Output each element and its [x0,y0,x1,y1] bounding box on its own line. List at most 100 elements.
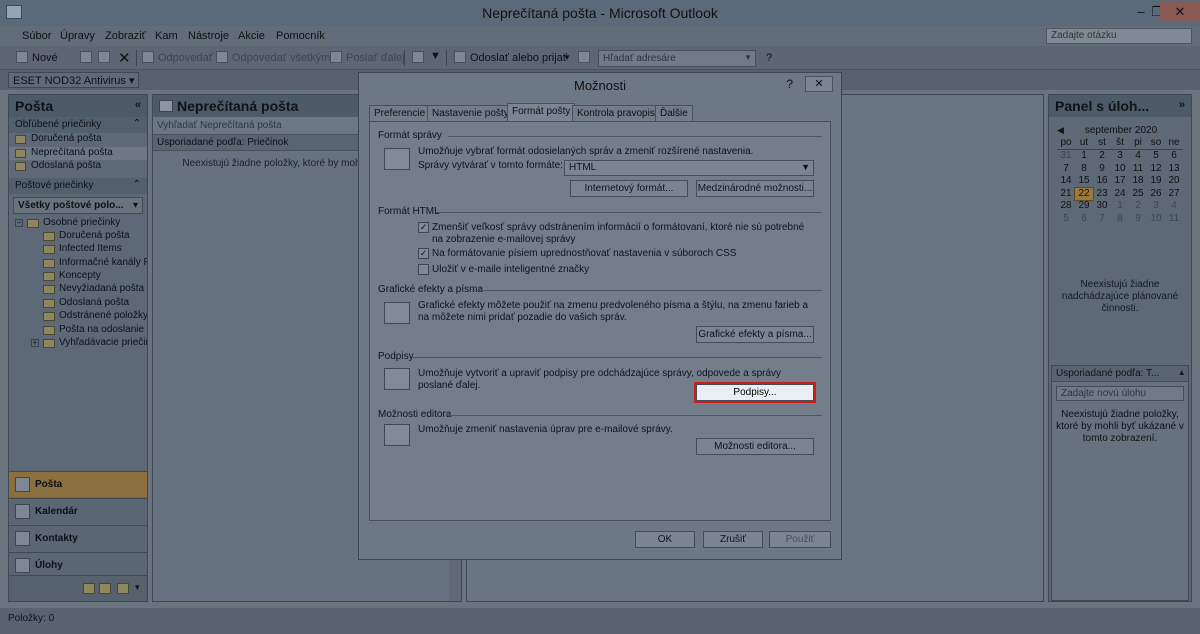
reply-all-button[interactable]: Odpovedať všetkým [232,52,330,64]
expand-chevron-icon[interactable]: » [1179,99,1185,111]
help-icon[interactable]: ? [766,52,772,64]
reduce-size-checkbox[interactable]: ✓ [418,222,429,233]
calendar-day[interactable]: 14 [1057,175,1075,188]
collapse-up-icon[interactable]: ⌃ [133,179,141,190]
folder-item[interactable]: Informačné kanály R [9,257,147,270]
flag-icon[interactable] [412,51,424,63]
send-receive-button[interactable]: Odoslať alebo prijať [470,52,567,64]
calendar-day[interactable]: 26 [1147,188,1165,201]
calendar-day[interactable]: 31 [1057,150,1075,163]
tab-other[interactable]: Ďalšie [655,105,693,121]
tab-preferences[interactable]: Preferencie [369,105,431,121]
eset-button[interactable]: ESET NOD32 Antivirus ▾ [8,72,140,88]
calendar-day[interactable]: 3 [1147,200,1165,213]
folder-item[interactable]: Infected Items [9,243,147,256]
calendar-day[interactable]: 20 [1165,175,1183,188]
calendar-day[interactable]: 28 [1057,200,1075,213]
tab-mail-format[interactable]: Formát pošty [507,103,576,122]
calendar-day[interactable]: 8 [1075,163,1093,176]
calendar-day[interactable]: 4 [1129,150,1147,163]
ok-button[interactable]: OK [635,531,695,548]
calendar-day[interactable]: 7 [1093,213,1111,226]
task-arranged-by-header[interactable]: Usporiadané podľa: T... ▴ [1052,366,1188,382]
favorite-unread-mail[interactable]: Neprečítaná pošta [9,146,147,160]
calendar-day[interactable]: 6 [1075,213,1093,226]
tree-collapse-icon[interactable]: − [15,218,23,227]
calendar-day[interactable]: 5 [1057,213,1075,226]
calendar-day[interactable]: 8 [1111,213,1129,226]
folder-item[interactable]: Odoslaná pošta [9,297,147,310]
calendar-day[interactable]: 19 [1147,175,1165,188]
folder-personal[interactable]: − Osobné priečinky [9,217,147,230]
calendar-day[interactable]: 7 [1057,163,1075,176]
calendar-day[interactable]: 5 [1147,150,1165,163]
dialog-close-button[interactable]: ✕ [805,76,833,92]
filter-icon[interactable]: ▼ [430,50,441,62]
calendar-day[interactable]: 2 [1129,200,1147,213]
shortcuts-icon[interactable] [117,583,129,594]
folder-item[interactable]: Pošta na odoslanie [9,324,147,337]
address-book-icon[interactable] [578,51,590,63]
nav-button-calendar[interactable]: Kalendár [9,498,147,524]
new-button[interactable]: Nové [32,52,58,64]
folder-item[interactable]: + Vyhľadávacie priečin [9,337,147,350]
sort-chevron-icon[interactable]: ▴ [1179,367,1184,378]
calendar-day[interactable]: 4 [1165,200,1183,213]
print-icon[interactable] [80,51,92,63]
prev-month-icon[interactable]: ◀ [1057,125,1064,136]
internet-format-button[interactable]: Internetový formát... [570,180,688,197]
calendar-day[interactable]: 30 [1093,200,1111,213]
ask-question-input[interactable]: Zadajte otázku [1046,28,1192,44]
favorite-sent-mail[interactable]: Odoslaná pošta [9,160,147,174]
tree-expand-icon[interactable]: + [31,339,39,348]
folder-item[interactable]: Odstránené položky [9,310,147,323]
compose-format-select[interactable]: HTML ▼ [564,160,814,176]
send-receive-dropdown-icon[interactable]: ▼ [563,53,571,62]
folder-item[interactable]: Doručená pošta [9,230,147,243]
stationery-fonts-button[interactable]: Grafické efekty a písma... [696,326,814,343]
close-button[interactable]: ✕ [1160,2,1200,22]
folder-item[interactable]: Nevyžiadaná pošta [9,283,147,296]
favorites-header[interactable]: Obľúbené priečinky ⌃ [9,117,147,133]
calendar-day[interactable]: 10 [1147,213,1165,226]
calendar-day[interactable]: 23 [1093,188,1111,201]
calendar-day[interactable]: 12 [1147,163,1165,176]
delete-icon[interactable]: ✕ [118,49,131,67]
calendar-day[interactable]: 18 [1129,175,1147,188]
menu-actions[interactable]: Akcie [238,30,265,42]
mail-folders-header[interactable]: Poštové priečinky ⌃ [9,177,147,194]
tab-mail-setup[interactable]: Nastavenie pošty [427,105,514,121]
nav-button-mail[interactable]: Pošta [9,471,147,497]
collapse-up-icon[interactable]: ⌃ [133,118,141,129]
menu-go[interactable]: Kam [155,30,178,42]
calendar-day[interactable]: 3 [1111,150,1129,163]
calendar-day[interactable]: 27 [1165,188,1183,201]
calendar-day[interactable]: 21 [1057,188,1075,201]
menu-file[interactable]: Súbor [22,30,51,42]
calendar-day[interactable]: 13 [1165,163,1183,176]
menu-help[interactable]: Pomocník [276,30,325,42]
menu-view[interactable]: Zobraziť [105,30,146,42]
calendar-day[interactable]: 15 [1075,175,1093,188]
collapse-chevron-icon[interactable]: « [135,99,141,111]
find-address-input[interactable]: Hľadať adresáre ▼ [598,50,756,67]
folder-list-icon[interactable] [99,583,111,594]
chevron-down-icon[interactable]: ▼ [744,53,752,62]
menu-tools[interactable]: Nástroje [188,30,229,42]
calendar-day[interactable]: 11 [1165,213,1183,226]
tab-spelling[interactable]: Kontrola pravopisu [572,105,666,121]
calendar-day[interactable]: 9 [1093,163,1111,176]
forward-button[interactable]: Poslať ďalej [346,52,405,64]
menu-edit[interactable]: Úpravy [60,30,95,42]
calendar-day[interactable]: 1 [1111,200,1129,213]
folder-item[interactable]: Koncepty [9,270,147,283]
css-fonts-checkbox[interactable]: ✓ [418,248,429,259]
configure-buttons-icon[interactable]: ▾ [135,582,140,593]
cancel-button[interactable]: Zrušiť [703,531,763,548]
nav-button-contacts[interactable]: Kontakty [9,525,147,551]
calendar-day[interactable]: 1 [1075,150,1093,163]
signatures-button[interactable]: Podpisy... [694,382,816,403]
calendar-day[interactable]: 22 [1074,186,1094,202]
calendar-day[interactable]: 11 [1129,163,1147,176]
new-task-input[interactable]: Zadajte novú úlohu [1056,386,1184,401]
